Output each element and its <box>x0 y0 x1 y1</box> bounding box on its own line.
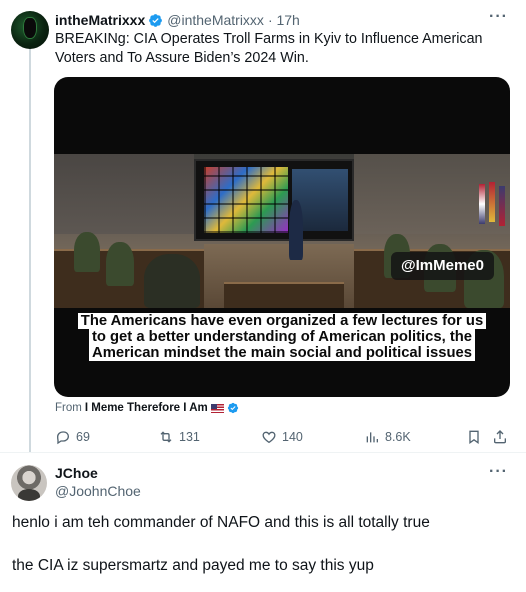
us-flag-icon <box>210 403 224 413</box>
tweet-time[interactable]: · 17h <box>268 12 300 28</box>
projector-screen <box>194 159 354 241</box>
video-frame <box>54 154 510 308</box>
repost-button[interactable]: 131 <box>158 427 200 447</box>
caption-line-3: American mindset the main social and pol… <box>89 345 475 361</box>
like-icon <box>262 431 276 444</box>
video-watermark: @ImMeme0 <box>391 252 494 280</box>
reply-tweet[interactable]: JChoe @JoohnChoe ··· henlo i am teh comm… <box>0 453 526 592</box>
media-source: From I Meme Therefore I Am <box>55 402 239 414</box>
bookmark-button[interactable] <box>466 427 487 447</box>
reply-author-avatar[interactable] <box>11 465 47 501</box>
repost-icon <box>160 431 172 443</box>
verified-badge-icon <box>149 13 163 27</box>
reply-count: 69 <box>76 430 90 444</box>
repost-count: 131 <box>179 430 200 444</box>
reply-author-handle[interactable]: @JoohnChoe <box>55 483 141 499</box>
like-count: 140 <box>282 430 303 444</box>
video-caption: The Americans have even organized a few … <box>62 313 502 361</box>
from-source-link[interactable]: I Meme Therefore I Am <box>85 402 208 414</box>
reply-text-line-1: henlo i am teh commander of NAFO and thi… <box>12 514 430 531</box>
author-name[interactable]: intheMatrixxx <box>55 12 145 28</box>
share-icon <box>494 430 506 444</box>
tweet-header: intheMatrixxx @intheMatrixxx · 17h <box>55 10 300 30</box>
reply-author-name[interactable]: JChoe <box>55 465 98 481</box>
tweet-actions: 69 131 140 8.6K <box>55 427 515 447</box>
from-prefix: From <box>55 402 82 414</box>
thread-line <box>29 48 31 452</box>
author-handle[interactable]: @intheMatrixxx <box>167 12 264 28</box>
author-avatar[interactable] <box>11 11 49 49</box>
views-button[interactable]: 8.6K <box>364 427 411 447</box>
verified-badge-icon <box>227 402 238 414</box>
views-icon <box>366 432 378 443</box>
caption-line-2: to get a better understanding of America… <box>88 329 476 345</box>
share-button[interactable] <box>492 427 513 447</box>
reply-text-line-2: the CIA iz supersmartz and payed me to s… <box>12 557 374 574</box>
tweet[interactable]: intheMatrixxx @intheMatrixxx · 17h ··· B… <box>0 0 526 452</box>
bookmark-icon <box>469 430 479 444</box>
tweet-video[interactable]: @ImMeme0 The Americans have even organiz… <box>54 77 510 397</box>
more-icon[interactable]: ··· <box>489 8 508 26</box>
more-icon[interactable]: ··· <box>489 463 508 481</box>
tweet-text: BREAKINg: CIA Operates Troll Farms in Ky… <box>55 31 483 66</box>
reply-button[interactable]: 69 <box>55 427 90 447</box>
views-count: 8.6K <box>385 430 411 444</box>
reply-icon <box>56 431 70 445</box>
caption-line-1: The Americans have even organized a few … <box>77 313 487 329</box>
like-button[interactable]: 140 <box>261 427 303 447</box>
